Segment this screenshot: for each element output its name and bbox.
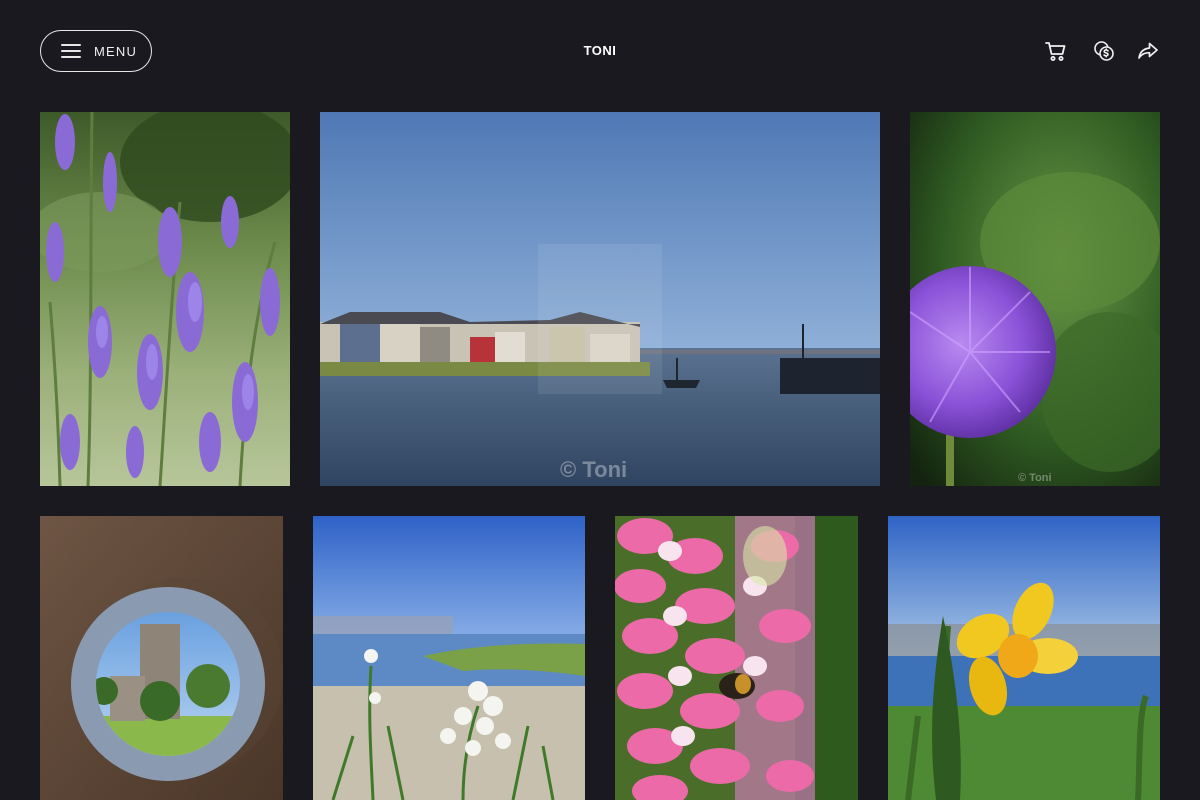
currency-coins-icon[interactable]: [1091, 38, 1117, 64]
photo-harbour[interactable]: © Toni: [320, 112, 880, 486]
photo-castle-image: [40, 516, 283, 800]
photo-daffodil[interactable]: [888, 516, 1160, 800]
site-header: MENU TONI: [0, 0, 1200, 100]
photo-lavender-image: [40, 112, 290, 486]
photo-white-flowers-image: [313, 516, 585, 800]
photo-castle[interactable]: [40, 516, 283, 800]
photo-allium-image: [910, 112, 1160, 486]
photo-daffodil-image: [888, 516, 1160, 800]
photo-lupin[interactable]: [615, 516, 858, 800]
photo-lupin-image: [615, 516, 858, 800]
photo-lavender[interactable]: [40, 112, 290, 486]
site-title[interactable]: TONI: [0, 43, 1200, 58]
cart-icon[interactable]: [1043, 38, 1069, 64]
photo-allium[interactable]: © Toni: [910, 112, 1160, 486]
photo-harbour-image: [320, 112, 880, 486]
photo-watermark: © Toni: [560, 457, 628, 482]
share-icon[interactable]: [1135, 38, 1161, 64]
photo-white-flowers[interactable]: [313, 516, 585, 800]
photo-watermark: © Toni: [1018, 472, 1052, 484]
